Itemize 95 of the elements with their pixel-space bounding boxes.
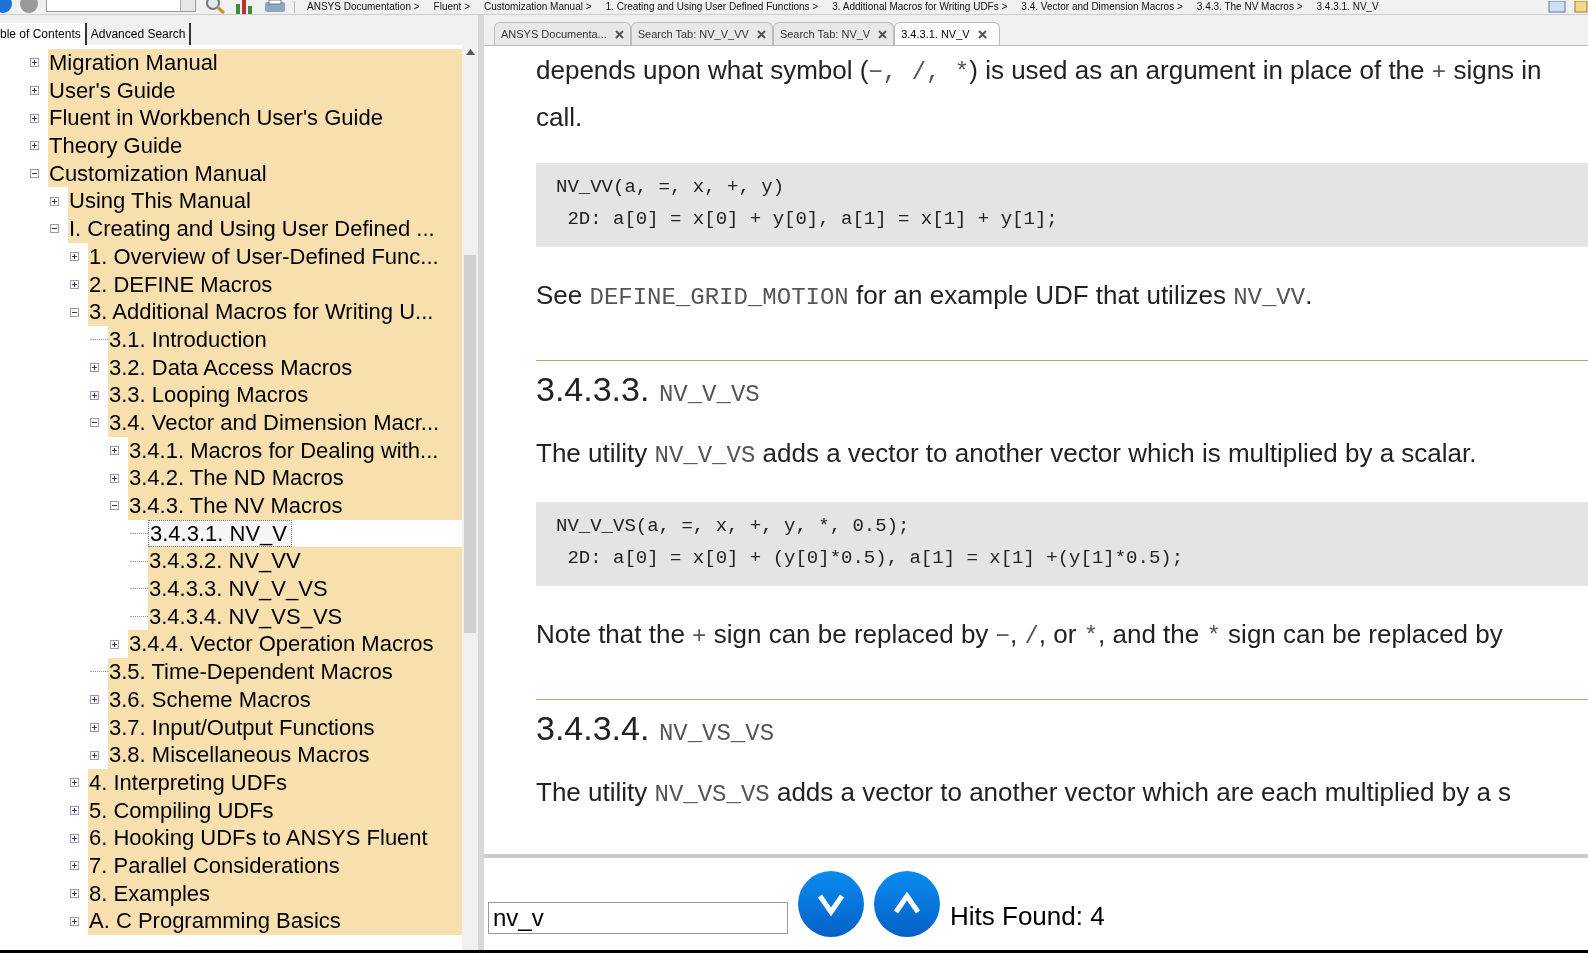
tree-item[interactable]: 8. Examples xyxy=(88,879,462,908)
expand-icon[interactable] xyxy=(70,778,79,788)
expand-icon[interactable] xyxy=(90,362,99,372)
expand-icon[interactable] xyxy=(70,861,79,871)
tree-item[interactable]: 3.3. Looping Macros xyxy=(108,381,462,409)
tree-item[interactable]: 3.4.3.4. NV_VS_VS xyxy=(148,602,462,631)
expand-icon[interactable] xyxy=(90,390,99,400)
search-icon[interactable] xyxy=(204,0,226,14)
expand-icon[interactable] xyxy=(30,141,39,151)
paragraph-text: Note that the + sign can be replaced by −, /, or *, and the * sign can be replaced by xyxy=(536,618,1504,652)
tree-item[interactable]: 3.2. Data Access Macros xyxy=(108,353,462,382)
tree-item[interactable]: 3.4. Vector and Dimension Macr... xyxy=(108,408,462,437)
tree-item[interactable]: 3.1. Introduction xyxy=(108,325,462,354)
tree-item[interactable]: 3.4.3. The NV Macros xyxy=(128,492,462,520)
section-heading: 3.4.3.3. NV_V_VS xyxy=(536,360,1588,419)
expand-icon[interactable] xyxy=(30,86,39,96)
tree-item[interactable]: Using This Manual xyxy=(68,187,462,216)
paragraph-text: See DEFINE_GRID_MOTION for an example UDF that utilizes NV_VV. xyxy=(536,279,1314,313)
close-icon[interactable] xyxy=(614,29,624,39)
code-block: NV_V_VS(a, =, x, +, y, *, 0.5); 2D: a[0] = x[0] + (y[0]*0.5), a[1] = x[1] +(y[1]*0.5); xyxy=(536,502,1588,586)
expand-icon[interactable] xyxy=(30,58,39,68)
paragraph-text: depends upon what symbol (−, /, *) is used as an argument in place of the + signs in xyxy=(536,54,1543,88)
tree-item[interactable]: 5. Compiling UDFs xyxy=(88,796,462,825)
breadcrumb-link[interactable]: ANSYS Documentation > xyxy=(307,1,420,13)
expand-icon[interactable] xyxy=(50,196,59,206)
tab[interactable]: 3.4.3.1. NV_V xyxy=(894,22,1000,45)
expand-icon[interactable] xyxy=(90,750,99,760)
expand-icon[interactable] xyxy=(90,695,99,705)
expand-icon[interactable] xyxy=(70,252,79,262)
tree-item[interactable]: 3.4.3.1. NV_V xyxy=(148,520,292,548)
chevron-down-icon xyxy=(816,892,846,916)
scrollbar[interactable] xyxy=(462,45,478,950)
expand-icon[interactable] xyxy=(90,722,99,732)
tree-item[interactable]: 3.8. Miscellaneous Macros xyxy=(108,741,462,769)
expand-icon[interactable] xyxy=(70,833,79,843)
tree-item[interactable]: 3.4.3.2. NV_VV xyxy=(148,547,462,576)
scrollbar-thumb[interactable] xyxy=(464,255,476,633)
printer-icon[interactable] xyxy=(264,0,286,14)
tree-item[interactable]: 3.4.2. The ND Macros xyxy=(128,464,462,492)
tree-item[interactable]: 3.4.4. Vector Operation Macros xyxy=(128,630,462,659)
tree-item[interactable]: Migration Manual xyxy=(48,49,462,77)
tree-item[interactable]: 7. Parallel Considerations xyxy=(88,851,462,880)
breadcrumb-link[interactable]: 3. Additional Macros for Writing UDFs > xyxy=(832,1,1008,13)
breadcrumb-link[interactable]: 3.4.3. The NV Macros > xyxy=(1196,1,1303,13)
expand-icon[interactable] xyxy=(70,888,79,898)
tree-item[interactable]: Fluent in Workbench User's Guide xyxy=(48,104,462,133)
collapse-icon[interactable] xyxy=(90,418,99,428)
tree-item[interactable]: 3.4.1. Macros for Dealing with... xyxy=(128,436,462,465)
tree-item[interactable]: 1. Overview of User-Defined Func... xyxy=(88,242,462,271)
expand-icon[interactable] xyxy=(110,473,119,483)
tree-item[interactable]: 3.6. Scheme Macros xyxy=(108,685,462,714)
tab[interactable]: ANSYS Documenta... xyxy=(494,22,631,45)
collapse-icon[interactable] xyxy=(30,169,39,179)
tree-item[interactable]: 3.5. Time-Dependent Macros xyxy=(108,658,462,686)
breadcrumb-link[interactable]: Fluent > xyxy=(433,1,470,13)
tree-item[interactable]: A. C Programming Basics xyxy=(88,907,462,935)
search-field[interactable] xyxy=(46,0,196,12)
tree-item[interactable]: User's Guide xyxy=(48,76,462,105)
hits-count: Hits Found: 4 xyxy=(950,900,1105,932)
tree-item[interactable]: 4. Interpreting UDFs xyxy=(88,768,462,797)
breadcrumb-link[interactable]: 3.4.3.1. NV_V xyxy=(1316,1,1379,13)
tree-item[interactable]: Customization Manual xyxy=(48,159,462,188)
tree-item[interactable]: 3.7. Input/Output Functions xyxy=(108,713,462,742)
expand-icon[interactable] xyxy=(70,916,79,926)
expand-icon[interactable] xyxy=(30,113,39,123)
paragraph-text: call. xyxy=(536,101,584,134)
tree-item[interactable]: 3. Additional Macros for Writing U... xyxy=(88,298,462,326)
tree-item[interactable]: I. Creating and Using User Defined ... xyxy=(68,215,462,243)
chevron-up-icon xyxy=(892,892,922,916)
search-field[interactable]: nv_v xyxy=(488,902,788,934)
tree-item[interactable]: 2. DEFINE Macros xyxy=(88,270,462,299)
tree-item[interactable]: 3.4.3.3. NV_V_VS xyxy=(148,575,462,603)
expand-icon[interactable] xyxy=(110,639,119,649)
expand-icon[interactable] xyxy=(70,279,79,289)
collapse-icon[interactable] xyxy=(110,501,119,511)
code-block: NV_VV(a, =, x, +, y) 2D: a[0] = x[0] + y[0], a[1] = x[1] + y[1]; xyxy=(536,163,1588,247)
paragraph-text: The utility NV_V_VS adds a vector to another vector which is multiplied by a scalar. xyxy=(536,437,1478,471)
breadcrumb-link[interactable]: 3.4. Vector and Dimension Macros > xyxy=(1021,1,1183,13)
expand-icon[interactable] xyxy=(70,805,79,815)
tree-item[interactable]: Theory Guide xyxy=(48,132,462,160)
tab[interactable]: ble of Contents xyxy=(0,23,87,45)
tab[interactable]: Search Tab: NV_V_VV xyxy=(630,22,773,45)
close-icon[interactable] xyxy=(977,29,987,39)
section-heading: 3.4.3.4. NV_VS_VS xyxy=(536,699,1588,758)
tree-item[interactable]: 6. Hooking UDFs to ANSYS Fluent xyxy=(88,824,462,852)
tab[interactable]: Search Tab: NV_V xyxy=(772,22,895,45)
breadcrumb-link[interactable]: Customization Manual > xyxy=(484,1,592,13)
close-icon[interactable] xyxy=(756,29,766,39)
collapse-icon[interactable] xyxy=(70,307,79,317)
expand-icon[interactable] xyxy=(110,445,119,455)
collapse-icon[interactable] xyxy=(50,224,59,234)
close-icon[interactable] xyxy=(878,29,888,39)
breadcrumb-link[interactable]: 1. Creating and Using User Defined Functions > xyxy=(605,1,819,13)
paragraph-text: The utility NV_VS_VS adds a vector to another vector which are each multiplied by a s xyxy=(536,776,1513,810)
scroll-up-icon[interactable] xyxy=(465,49,475,55)
